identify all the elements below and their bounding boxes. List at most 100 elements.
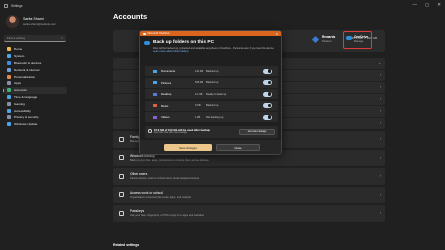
rewards-icon bbox=[311, 35, 320, 44]
sidebar-item-label: Accounts bbox=[14, 88, 27, 93]
dialog-header: Back up folders on this PC bbox=[144, 40, 214, 45]
folder-icon bbox=[153, 81, 157, 84]
onedrive-cloud-icon bbox=[144, 41, 150, 45]
onedrive-title: OneDrive bbox=[354, 35, 369, 39]
dialog-heading: Back up folders on this PC bbox=[153, 40, 215, 45]
folder-row-pictures: Pictures 645 kB Backed up bbox=[145, 77, 278, 88]
backup-toggle[interactable] bbox=[263, 80, 272, 85]
bluetooth-icon bbox=[7, 60, 11, 65]
sidebar-item-label: Gaming bbox=[14, 101, 25, 106]
profile-email: sarita.shami@outlook.com bbox=[23, 22, 56, 26]
backup-icon bbox=[119, 155, 124, 161]
folder-status: Backed up bbox=[206, 69, 219, 73]
sidebar-item-label: Accessibility bbox=[14, 108, 31, 113]
accounts-icon bbox=[7, 88, 11, 93]
onedrive-sub: Manage bbox=[354, 40, 364, 43]
dialog-button-bar: Save changes Close bbox=[140, 140, 281, 154]
avatar bbox=[6, 15, 19, 28]
storage-info-sub: Get more free with more storage bbox=[154, 132, 188, 135]
maximize-button[interactable]: ▢ bbox=[425, 2, 429, 8]
folder-status: Ready to back up bbox=[206, 92, 227, 96]
sidebar-item-personalization[interactable]: Personalization bbox=[3, 73, 67, 80]
window-controls: — ▢ ✕ bbox=[412, 2, 441, 8]
sidebar-item-accessibility[interactable]: Accessibility bbox=[3, 107, 67, 114]
storage-info: 15.9 GB of 100 GB will be used after bac… bbox=[145, 126, 278, 138]
folder-status: Backed up bbox=[206, 104, 219, 107]
folder-row-music: Music 0 KB Backed up bbox=[145, 100, 278, 111]
sidebar-item-label: Time & language bbox=[14, 94, 38, 99]
chevron-right-icon: › bbox=[379, 174, 381, 178]
system-icon bbox=[7, 54, 11, 59]
row-title: Access work or school bbox=[130, 190, 163, 195]
row-subtitle: Back up your files, apps, preferences to… bbox=[130, 158, 209, 162]
chevron-right-icon: › bbox=[379, 155, 381, 160]
folder-size: 645 kB bbox=[195, 81, 204, 84]
chevron-down-icon: ⌄ bbox=[378, 61, 381, 65]
apps-icon bbox=[7, 81, 11, 86]
get-more-storage-button[interactable]: Get more storage bbox=[239, 128, 275, 135]
sidebar-item-label: Bluetooth & devices bbox=[14, 60, 42, 65]
update-icon bbox=[7, 122, 11, 127]
sidebar-item-home[interactable]: Home bbox=[3, 46, 67, 53]
learn-more-link[interactable]: Learn more about folder backup bbox=[153, 50, 278, 53]
sidebar-item-gaming[interactable]: Gaming bbox=[3, 100, 67, 107]
profile[interactable]: Sarita Shami sarita.shami@outlook.com bbox=[0, 11, 70, 28]
save-changes-button[interactable]: Save changes bbox=[164, 144, 212, 151]
sidebar-item-windows-update[interactable]: Windows Update bbox=[3, 121, 67, 128]
sidebar-item-bluetooth-devices[interactable]: Bluetooth & devices bbox=[3, 60, 67, 67]
rewards-tile[interactable]: Rewards Redeem bbox=[311, 35, 336, 44]
sidebar-item-label: Network & internet bbox=[14, 67, 40, 72]
onedrive-cloud-icon bbox=[346, 36, 352, 40]
sidebar-item-time-language[interactable]: Time & language bbox=[3, 94, 67, 101]
sidebar-item-label: Apps bbox=[14, 81, 22, 86]
onedrive-tile[interactable]: OneDrive Manage bbox=[343, 31, 372, 49]
sidebar-item-privacy-security[interactable]: Privacy & security bbox=[3, 114, 67, 121]
sidebar-item-network-internet[interactable]: Network & internet bbox=[3, 66, 67, 73]
row-title: Passkeys bbox=[130, 209, 145, 214]
backup-toggle[interactable] bbox=[263, 91, 272, 97]
chevron-right-icon: › bbox=[379, 73, 381, 77]
profile-name: Sarita Shami bbox=[23, 17, 44, 21]
minimize-button[interactable]: — bbox=[412, 2, 417, 8]
chevron-right-icon: › bbox=[379, 109, 381, 113]
home-icon bbox=[7, 47, 11, 52]
backup-toggle[interactable] bbox=[263, 68, 272, 74]
close-window-button[interactable]: ✕ bbox=[437, 2, 441, 8]
folder-name: Music bbox=[161, 103, 169, 108]
storage-info-icon bbox=[148, 129, 152, 133]
row-subtitle: Use your face, fingerprint, or PIN to si… bbox=[130, 214, 204, 218]
sidebar-item-label: Personalization bbox=[14, 74, 36, 79]
sidebar-item-system[interactable]: System bbox=[3, 53, 67, 60]
backup-toggle[interactable] bbox=[263, 103, 272, 108]
settings-row-passkeys[interactable]: Passkeys Use your face, fingerprint, or P… bbox=[113, 205, 385, 222]
search-placeholder: Find a setting bbox=[7, 36, 26, 40]
sidebar: Sarita Shami sarita.shami@outlook.com Fi… bbox=[0, 11, 70, 250]
dialog-title-bar: Microsoft OneDrive ✕ bbox=[140, 31, 281, 36]
sidebar-item-label: Privacy & security bbox=[14, 115, 39, 120]
settings-row-access-work-or-school[interactable]: Access work or school Organization resour… bbox=[113, 186, 385, 203]
chevron-right-icon: › bbox=[379, 211, 381, 215]
title-bar: Settings — ▢ ✕ bbox=[0, 0, 445, 11]
window-title: Settings bbox=[11, 3, 23, 8]
rewards-title: Rewards bbox=[322, 35, 336, 39]
search-input[interactable]: Find a setting ⌕ bbox=[4, 35, 66, 42]
folder-status: Not backing up bbox=[206, 115, 224, 119]
sidebar-item-label: Home bbox=[14, 47, 23, 52]
users-icon bbox=[119, 173, 124, 179]
sidebar-item-apps[interactable]: Apps bbox=[3, 80, 67, 87]
dialog-close-button[interactable]: Close bbox=[216, 144, 260, 151]
sidebar-item-accounts[interactable]: Accounts bbox=[3, 86, 67, 94]
accessibility-icon bbox=[7, 108, 11, 113]
settings-row-other-users[interactable]: Other users Device access, work or school… bbox=[113, 168, 385, 185]
folder-icon bbox=[153, 92, 157, 96]
dialog-app-name: Microsoft OneDrive bbox=[147, 32, 170, 35]
folder-icon bbox=[153, 115, 157, 119]
clock-icon bbox=[7, 94, 11, 99]
backup-toggle[interactable] bbox=[263, 114, 272, 120]
folder-size: 0 KB bbox=[195, 104, 201, 107]
folder-name: Desktop bbox=[161, 92, 172, 96]
dialog-close-icon[interactable]: ✕ bbox=[275, 32, 278, 36]
sidebar-nav: Home System Bluetooth & devices Network & i… bbox=[0, 46, 70, 128]
folder-name: Pictures bbox=[161, 80, 172, 85]
sidebar-item-label: System bbox=[14, 54, 25, 59]
